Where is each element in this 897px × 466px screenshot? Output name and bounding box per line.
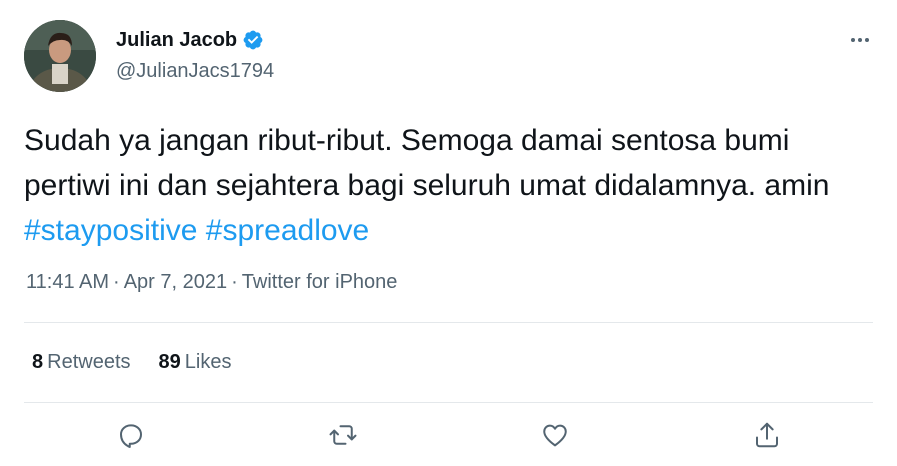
- likes-label: Likes: [184, 351, 232, 373]
- more-dot: [858, 38, 862, 42]
- tweet-date[interactable]: Apr 7, 2021: [124, 271, 227, 293]
- retweets-stat[interactable]: 8 Retweets: [32, 349, 131, 375]
- hashtag-link[interactable]: #staypositive: [24, 214, 197, 247]
- handle[interactable]: @JulianJacs1794: [116, 59, 274, 83]
- action-bar: [0, 418, 897, 458]
- author-name-row: Julian Jacob: [116, 28, 264, 52]
- more-icon[interactable]: [845, 30, 875, 50]
- avatar[interactable]: [24, 20, 96, 92]
- tweet-stats: 8 Retweets 89 Likes: [32, 349, 231, 375]
- tweet-meta: 11:41 AM · Apr 7, 2021 · Twitter for iPhone: [26, 269, 397, 295]
- hashtag-link[interactable]: #spreadlove: [206, 214, 369, 247]
- divider: [24, 322, 873, 323]
- likes-count: 89: [158, 351, 181, 373]
- tweet-text: Sudah ya jangan ribut-ribut. Semoga dama…: [24, 118, 854, 253]
- more-dot: [851, 38, 855, 42]
- retweet-icon[interactable]: [326, 418, 360, 452]
- more-dot: [865, 38, 869, 42]
- tweet-body: Sudah ya jangan ribut-ribut. Semoga dama…: [24, 124, 830, 202]
- likes-stat[interactable]: 89 Likes: [159, 349, 232, 375]
- verified-badge-icon: [242, 29, 264, 51]
- tweet-source[interactable]: Twitter for iPhone: [242, 271, 398, 293]
- avatar-image: [24, 20, 96, 92]
- tweet-time[interactable]: 11:41 AM: [26, 271, 109, 293]
- tweet-card: Julian Jacob @JulianJacs1794 Sudah ya ja…: [0, 0, 897, 466]
- meta-separator: ·: [113, 271, 120, 293]
- meta-separator: ·: [231, 271, 238, 293]
- reply-icon[interactable]: [114, 418, 148, 452]
- heart-icon[interactable]: [538, 418, 572, 452]
- divider: [24, 402, 873, 403]
- share-icon[interactable]: [750, 418, 784, 452]
- display-name[interactable]: Julian Jacob: [116, 28, 237, 52]
- retweets-count: 8: [32, 351, 44, 373]
- retweets-label: Retweets: [47, 351, 131, 373]
